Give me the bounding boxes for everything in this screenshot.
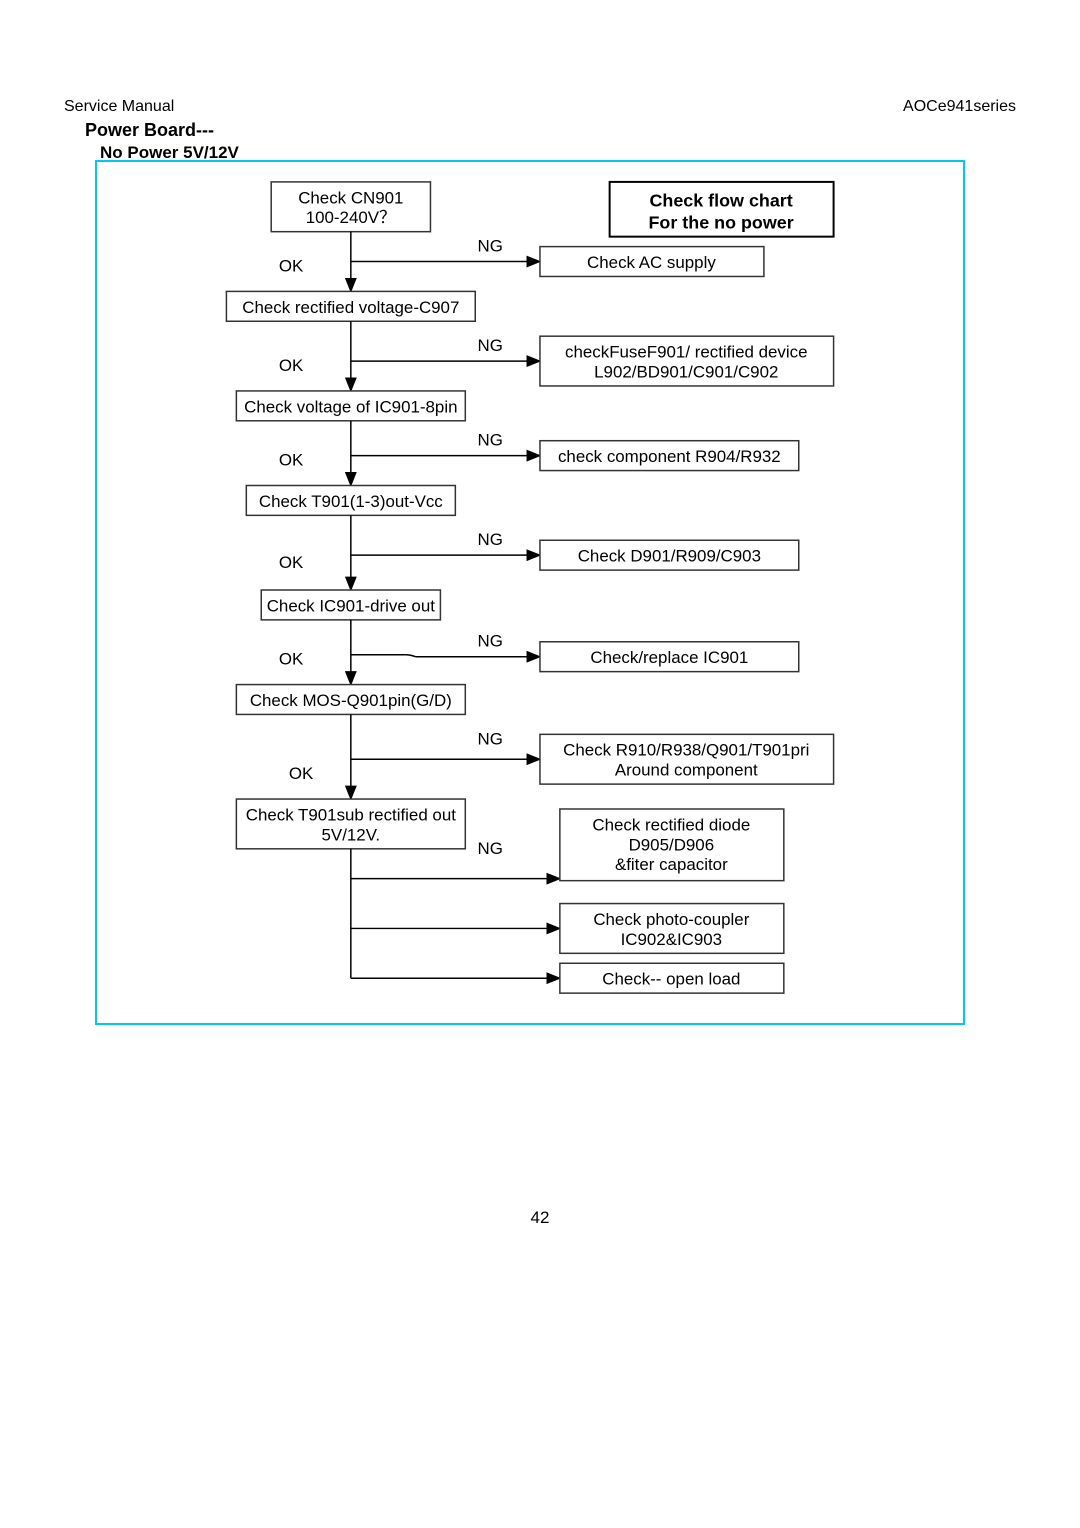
step7-action2-l1: Check photo-coupler <box>593 910 749 929</box>
flowchart-container: Check flow chart For the no power Check … <box>95 160 965 1025</box>
step7-ng-label: NG <box>478 839 503 858</box>
step7-action1-l3: &fiter capacitor <box>615 855 728 874</box>
step3-ok-label: OK <box>279 451 304 470</box>
flowchart-svg: Check flow chart For the no power Check … <box>97 162 963 1023</box>
step2-action-l1: checkFuseF901/ rectified device <box>565 343 807 362</box>
step5-ng-curve <box>406 655 416 657</box>
title-section: Power Board--- No Power 5V/12V <box>85 120 239 163</box>
title-box-line1: Check flow chart <box>649 191 792 211</box>
step5-ng-label: NG <box>478 632 503 651</box>
step7-check-l1: Check T901sub rectified out <box>246 805 456 824</box>
step4-check-l1: Check T901(1-3)out-Vcc <box>259 492 443 511</box>
step1-ok-label: OK <box>279 256 304 275</box>
step3-check-l1: Check voltage of IC901-8pin <box>244 397 457 416</box>
title-box-line2: For the no power <box>648 212 793 232</box>
step2-action-l2: L902/BD901/C901/C902 <box>594 362 778 381</box>
step3-ng-label: NG <box>478 431 503 450</box>
step4-ok-label: OK <box>279 553 304 572</box>
step3-action-l1: check component R904/R932 <box>558 447 781 466</box>
step1-check-l1: Check CN901 <box>298 188 403 207</box>
title-main: Power Board--- <box>85 120 239 141</box>
step4-ng-label: NG <box>478 530 503 549</box>
header-left: Service Manual <box>64 98 174 116</box>
step1-check-l2: 100-240V？ <box>306 208 396 227</box>
step6-ok-label: OK <box>289 764 314 783</box>
step5-check-l1: Check IC901-drive out <box>267 596 436 615</box>
step6-ng-label: NG <box>478 729 503 748</box>
step2-ok-label: OK <box>279 356 304 375</box>
step6-action-l2: Around component <box>615 761 758 780</box>
step4-action-l1: Check D901/R909/C903 <box>578 547 761 566</box>
step5-ok-label: OK <box>279 650 304 669</box>
step1-ng-label: NG <box>478 237 503 256</box>
step7-action1-l2: D905/D906 <box>629 835 715 854</box>
step2-ng-label: NG <box>478 336 503 355</box>
step7-action2-l2: IC902&IC903 <box>621 930 723 949</box>
page-number: 42 <box>531 1208 550 1228</box>
step7-check-l2: 5V/12V. <box>322 825 381 844</box>
step1-action-l1: Check AC supply <box>587 253 716 272</box>
step6-action-l1: Check R910/R938/Q901/T901pri <box>563 741 809 760</box>
header-right: AOCe941series <box>903 98 1016 116</box>
step6-check-l1: Check MOS-Q901pin(G/D) <box>250 691 452 710</box>
step7-action3-l1: Check-- open load <box>602 970 740 989</box>
step5-action-l1: Check/replace IC901 <box>590 648 748 667</box>
step2-check-l1: Check rectified voltage-C907 <box>242 298 459 317</box>
step7-action1-l1: Check rectified diode <box>592 815 750 834</box>
